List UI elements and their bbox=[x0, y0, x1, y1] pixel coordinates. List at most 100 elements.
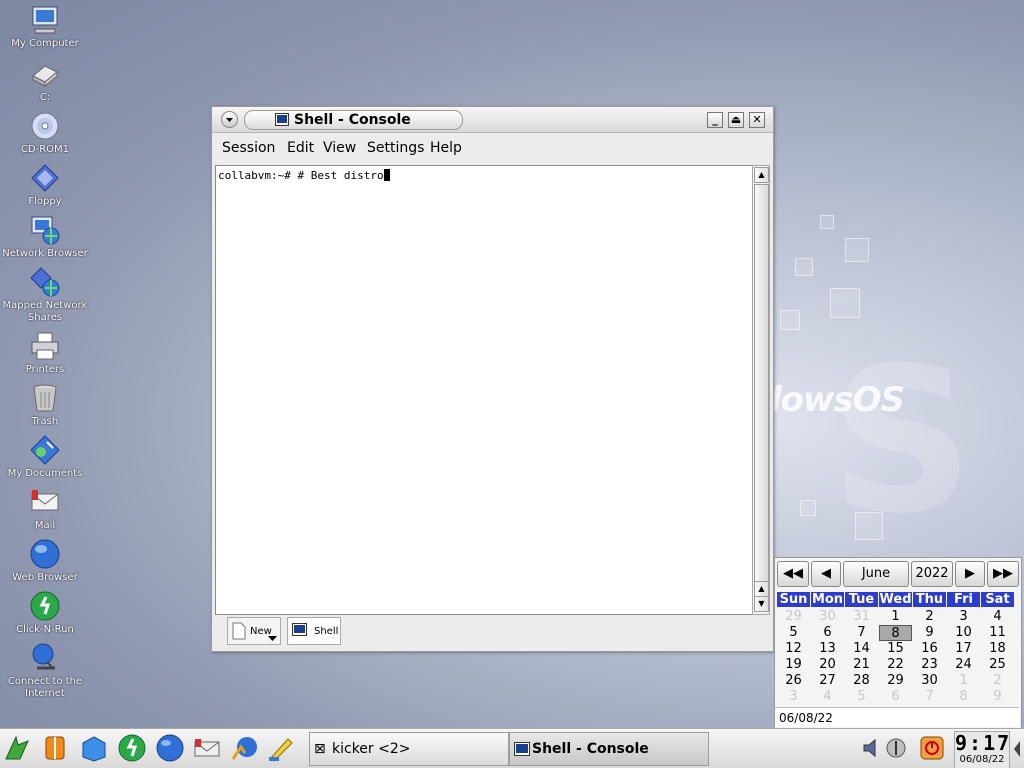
calendar-day[interactable]: 19 bbox=[777, 657, 810, 673]
year-select[interactable]: 2022 bbox=[911, 561, 953, 587]
calendar-day[interactable]: 31 bbox=[845, 609, 878, 625]
menu-edit[interactable]: Edit bbox=[287, 140, 314, 156]
scroll-up-button-lower[interactable]: ▲ bbox=[754, 581, 769, 597]
calendar-day[interactable]: 3 bbox=[947, 609, 980, 625]
mail-icon[interactable] bbox=[192, 733, 222, 763]
calendar-day[interactable]: 2 bbox=[981, 673, 1014, 689]
calendar-day[interactable]: 20 bbox=[811, 657, 844, 673]
minimize-button[interactable]: _ bbox=[707, 112, 723, 128]
desktop-icon-printers[interactable]: Printers bbox=[0, 330, 90, 376]
calendar-day[interactable]: 1 bbox=[879, 609, 912, 625]
month-select[interactable]: June bbox=[843, 561, 909, 587]
calendar-day[interactable]: 23 bbox=[913, 657, 946, 673]
calendar-day[interactable]: 6 bbox=[811, 625, 844, 641]
start-menu-icon[interactable] bbox=[2, 733, 32, 763]
desktop-icon-click-n-run[interactable]: Click-N-Run bbox=[0, 590, 90, 636]
calendar-day[interactable]: 17 bbox=[947, 641, 980, 657]
scroll-up-button[interactable]: ▲ bbox=[754, 167, 769, 183]
calendar-day[interactable]: 28 bbox=[845, 673, 878, 689]
edit-icon[interactable] bbox=[266, 733, 296, 763]
calendar-day[interactable]: 4 bbox=[811, 689, 844, 705]
calendar-day[interactable]: 29 bbox=[777, 609, 810, 625]
runner-icon[interactable] bbox=[117, 733, 147, 763]
terminal-line: collabvm:~# # Best distro bbox=[218, 169, 390, 182]
calendar-date-field[interactable]: 06/08/22 bbox=[775, 707, 1019, 727]
calendar-day[interactable]: 8 bbox=[947, 689, 980, 705]
file-manager-icon[interactable] bbox=[79, 733, 109, 763]
calendar-day[interactable]: 30 bbox=[811, 609, 844, 625]
menu-help[interactable]: Help bbox=[430, 140, 462, 156]
calendar-day[interactable]: 26 bbox=[777, 673, 810, 689]
desktop-icon-my-computer[interactable]: My Computer bbox=[0, 4, 90, 50]
desktop-icon-connect-internet[interactable]: Connect to the Internet bbox=[0, 642, 90, 700]
calendar-day[interactable]: 12 bbox=[777, 641, 810, 657]
desktop-icon-mail[interactable]: Mail bbox=[0, 486, 90, 532]
next-month-button[interactable]: ▶ bbox=[955, 561, 985, 587]
tab-shell[interactable]: Shell bbox=[287, 617, 341, 645]
desktop-icon-my-documents[interactable]: My Documents bbox=[0, 434, 90, 480]
calendar-day[interactable]: 16 bbox=[913, 641, 946, 657]
calendar-day[interactable]: 15 bbox=[879, 641, 912, 657]
calendar-day[interactable]: 25 bbox=[981, 657, 1014, 673]
prev-year-button[interactable]: ◀◀ bbox=[777, 561, 809, 587]
calendar-day[interactable]: 7 bbox=[913, 689, 946, 705]
calendar-day[interactable]: 2 bbox=[913, 609, 946, 625]
menu-view[interactable]: View bbox=[323, 140, 356, 156]
calendar-day[interactable]: 30 bbox=[913, 673, 946, 689]
globe-icon[interactable] bbox=[155, 733, 185, 763]
power-icon[interactable] bbox=[920, 736, 944, 760]
calendar-day[interactable]: 6 bbox=[879, 689, 912, 705]
panel-arrow-icon[interactable] bbox=[1012, 739, 1022, 759]
calendar-day[interactable]: 5 bbox=[777, 625, 810, 641]
next-year-button[interactable]: ▶▶ bbox=[987, 561, 1019, 587]
calendar-day[interactable]: 21 bbox=[845, 657, 878, 673]
calendar-day[interactable]: 4 bbox=[981, 609, 1014, 625]
calendar-day[interactable]: 11 bbox=[981, 625, 1014, 641]
calendar-day[interactable]: 9 bbox=[981, 689, 1014, 705]
calendar-day[interactable]: 22 bbox=[879, 657, 912, 673]
calendar-day[interactable]: 18 bbox=[981, 641, 1014, 657]
arrow-up-icon: ▲ bbox=[758, 584, 765, 593]
calendar-day[interactable]: 27 bbox=[811, 673, 844, 689]
calendar-day[interactable]: 14 bbox=[845, 641, 878, 657]
scroll-thumb[interactable] bbox=[754, 184, 769, 582]
vertical-scrollbar[interactable]: ▲ ▲ ▼ bbox=[752, 165, 770, 615]
clock[interactable]: 9:17 06/08/22 bbox=[954, 731, 1010, 768]
task-kicker[interactable]: ⊠ kicker <2> bbox=[309, 732, 509, 766]
desktop-icon-network-browser[interactable]: Network Browser bbox=[0, 214, 90, 260]
maximize-button[interactable]: ⏏ bbox=[728, 112, 744, 128]
scroll-down-button[interactable]: ▼ bbox=[754, 596, 769, 612]
calendar-day[interactable]: 10 bbox=[947, 625, 980, 641]
desktop-icon-trash[interactable]: Trash bbox=[0, 382, 90, 428]
calendar-day[interactable]: 9 bbox=[913, 625, 946, 641]
close-button[interactable]: ✕ bbox=[749, 112, 765, 128]
calendar-day[interactable]: 8 bbox=[879, 625, 912, 641]
desktop-icon-web-browser[interactable]: Web Browser bbox=[0, 538, 90, 584]
new-session-button[interactable]: New bbox=[227, 617, 281, 645]
calendar-weekday: Wed bbox=[879, 592, 912, 607]
calendar-day[interactable]: 29 bbox=[879, 673, 912, 689]
calendar-day[interactable]: 7 bbox=[845, 625, 878, 641]
lifejacket-icon[interactable] bbox=[40, 733, 70, 763]
desktop-icon-mapped-network-shares[interactable]: Mapped Network Shares bbox=[0, 266, 90, 324]
kicker-icon: ⊠ bbox=[314, 741, 326, 757]
calendar-day[interactable]: 24 bbox=[947, 657, 980, 673]
menu-settings[interactable]: Settings bbox=[367, 140, 424, 156]
menu-session[interactable]: Session bbox=[222, 140, 275, 156]
window-menu-button[interactable] bbox=[221, 111, 238, 128]
connect-icon[interactable] bbox=[229, 733, 259, 763]
desktop-icon-drive-c[interactable]: C: bbox=[0, 58, 90, 104]
network-status-icon[interactable] bbox=[885, 737, 907, 759]
window-titlebar[interactable]: Shell - Console _ ⏏ ✕ bbox=[212, 107, 773, 133]
calendar-day[interactable]: 5 bbox=[845, 689, 878, 705]
desktop-icon-floppy[interactable]: Floppy bbox=[0, 162, 90, 208]
prev-month-button[interactable]: ◀ bbox=[811, 561, 841, 587]
task-shell-console[interactable]: Shell - Console bbox=[509, 732, 709, 766]
terminal-area[interactable]: collabvm:~# # Best distro bbox=[215, 165, 754, 615]
calendar-day[interactable]: 13 bbox=[811, 641, 844, 657]
calendar-day[interactable]: 1 bbox=[947, 673, 980, 689]
speaker-icon[interactable] bbox=[862, 737, 884, 759]
desktop-icon-cdrom[interactable]: CD-ROM1 bbox=[0, 110, 90, 156]
calendar-day[interactable]: 3 bbox=[777, 689, 810, 705]
floppy-icon bbox=[31, 164, 59, 192]
